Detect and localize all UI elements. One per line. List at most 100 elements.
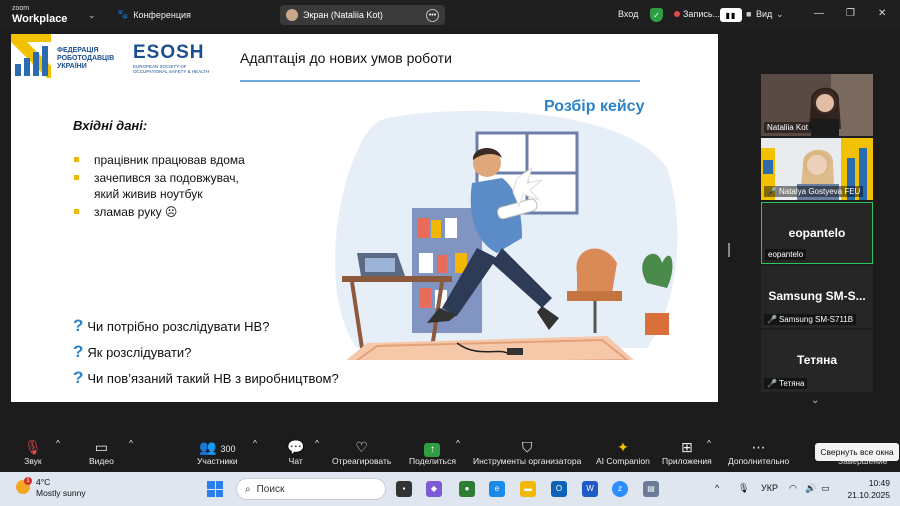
microphone-icon[interactable]: 🎙	[738, 483, 749, 494]
participant-label: 🎤 Samsung SM-S711B	[764, 314, 857, 325]
feu-line: УКРАЇНИ	[57, 63, 87, 70]
minimize-icon[interactable]: —	[814, 8, 824, 19]
host-tools-label: Инструменты организатора	[473, 456, 582, 466]
share-button[interactable]: ↑ Поделиться	[409, 438, 456, 466]
copilot-icon[interactable]: ◆	[426, 481, 442, 497]
volume-icon[interactable]: 🔊	[805, 483, 816, 494]
participants-options-chevron-icon[interactable]: ^	[253, 438, 257, 448]
tooltip: Свернуть все окна	[815, 443, 899, 461]
enter-button[interactable]: Вход	[618, 9, 638, 19]
view-button[interactable]: Вид	[756, 9, 772, 19]
feu-line: РОБОТОДАВЦІВ	[57, 55, 115, 62]
search-icon: ⌕	[245, 483, 251, 495]
task-view-icon[interactable]: ▪	[396, 481, 412, 497]
conference-menu[interactable]: 🐾 Конференция	[117, 9, 191, 20]
apps-label: Приложения	[662, 456, 712, 466]
more-icon[interactable]: •••	[426, 8, 439, 22]
shield-icon[interactable]: ✓	[650, 8, 663, 22]
time: 10:49	[868, 478, 890, 488]
esosh-logo: ESOSH EUROPEAN SOCIETY OF OCCUPATIONAL S…	[133, 42, 209, 74]
video-label: Видео	[89, 456, 114, 466]
participants-icon: 👥 300	[199, 439, 236, 455]
video-button[interactable]: ▭ Видео	[89, 438, 114, 466]
feu-logo-text: ФЕДЕРАЦІЯ РОБОТОДАВЦІВ УКРАЇНИ	[57, 47, 114, 71]
accident-illustration	[335, 110, 678, 360]
tray-overflow-icon[interactable]: ^	[715, 483, 719, 493]
participant-tile[interactable]: Samsung SM-S... 🎤 Samsung SM-S711B	[761, 266, 873, 328]
shield-icon: ⛉	[521, 439, 533, 455]
screen-share-label: Экран (Nataliia Kot)	[303, 10, 383, 20]
weather-widget[interactable]: 1 4°C Mostly sunny	[16, 477, 86, 499]
participant-name: Nataliia Kot	[767, 123, 808, 132]
participant-tile[interactable]: Nataliia Kot	[761, 74, 873, 136]
participant-label: Nataliia Kot	[764, 122, 811, 133]
chrome-icon[interactable]: ●	[459, 481, 475, 497]
clock[interactable]: 10:49 21.10.2025	[846, 477, 890, 501]
outlook-icon[interactable]: O	[551, 481, 567, 497]
app-icon[interactable]: ▤	[643, 481, 659, 497]
record-icon	[674, 11, 680, 17]
apps-options-chevron-icon[interactable]: ^	[707, 438, 711, 448]
audio-label: Звук	[24, 456, 42, 466]
participant-big-name: Samsung SM-S...	[768, 289, 866, 303]
ai-companion-button[interactable]: ✦ AI Companion	[596, 438, 650, 466]
zoom-icon[interactable]: z	[612, 481, 628, 497]
meeting-toolbar: 🎙 Звук ^ ▭ Видео ^ 👥 300 Участники ^ 💬 Ч…	[0, 434, 900, 472]
title-underline	[240, 80, 640, 82]
zoom-logo: zoom Workplace	[12, 4, 67, 25]
edge-icon[interactable]: e	[489, 481, 505, 497]
question-text: Чи пов’язаний такий НВ з виробництвом?	[87, 371, 339, 386]
question-mark-icon: ?	[73, 316, 84, 335]
windows-start-icon[interactable]	[207, 481, 223, 497]
chat-label: Чат	[288, 456, 303, 466]
question-text: Чи потрібно розслідувати НВ?	[87, 319, 270, 334]
apps-icon: ⊞	[681, 439, 693, 455]
participant-name: eopantelo	[768, 250, 804, 259]
chat-button[interactable]: 💬 Чат	[287, 438, 304, 466]
search-placeholder: Поиск	[256, 483, 285, 495]
word-icon[interactable]: W	[582, 481, 598, 497]
audio-options-chevron-icon[interactable]: ^	[56, 438, 60, 448]
host-tools-button[interactable]: ⛉ Инструменты организатора	[473, 438, 581, 466]
participant-tile[interactable]: Тетяна 🎤 Тетяна	[761, 330, 873, 392]
recording-indicator[interactable]: Запись...	[674, 9, 720, 19]
close-icon[interactable]: ✕	[878, 8, 886, 19]
shared-slide: ФЕДЕРАЦІЯ РОБОТОДАВЦІВ УКРАЇНИ ESOSH EUR…	[11, 34, 718, 402]
question-mark-icon: ?	[73, 342, 84, 361]
more-label: Дополнительно	[728, 456, 790, 466]
participant-label: 🎤 Natalya Gostyeva FEU	[764, 186, 864, 197]
video-options-chevron-icon[interactable]: ^	[129, 438, 133, 448]
participant-tile[interactable]: 🎤 Natalya Gostyeva FEU	[761, 138, 873, 200]
view-chevron-icon[interactable]: ⌄	[776, 9, 784, 20]
input-heading: Вхідні дані:	[73, 118, 148, 133]
react-button[interactable]: ♡ Отреагировать	[332, 438, 391, 466]
question-item: ? Як розслідувати?	[73, 339, 339, 365]
chat-options-chevron-icon[interactable]: ^	[315, 438, 319, 448]
language-indicator[interactable]: УКР	[761, 483, 778, 493]
participants-button[interactable]: 👥 300 Участники	[197, 438, 238, 466]
ai-companion-label: AI Companion	[596, 456, 650, 466]
esosh-big: ESOSH	[133, 42, 205, 63]
more-button[interactable]: ⋯ Дополнительно	[728, 438, 789, 466]
participant-tile[interactable]: eopantelo eopantelo	[761, 202, 873, 264]
feu-line: ФЕДЕРАЦІЯ	[57, 47, 99, 54]
bullet-item: працівник працював вдома	[74, 152, 245, 168]
wifi-icon[interactable]: ◠	[789, 483, 797, 494]
stop-icon[interactable]: ■	[746, 9, 751, 19]
participant-big-name: eopantelo	[788, 226, 846, 240]
apps-button[interactable]: ⊞ Приложения	[662, 438, 712, 466]
esosh-small: OCCUPATIONAL SAFETY & HEALTH	[133, 69, 210, 74]
file-explorer-icon[interactable]: ▬	[520, 481, 536, 497]
weather-desc: Mostly sunny	[36, 488, 86, 498]
gallery-scroll-down-icon[interactable]: ⌄	[811, 395, 819, 406]
battery-icon[interactable]: ▭	[821, 483, 830, 494]
panel-resize-handle[interactable]	[728, 243, 730, 257]
pause-recording-button[interactable]: ▮▮	[720, 8, 742, 22]
screen-share-pill[interactable]: Экран (Nataliia Kot) •••	[280, 5, 445, 25]
audio-button[interactable]: 🎙 Звук	[24, 438, 42, 466]
taskbar-search-input[interactable]: ⌕ Поиск	[236, 478, 386, 500]
share-options-chevron-icon[interactable]: ^	[456, 438, 460, 448]
restore-icon[interactable]: ❐	[846, 8, 855, 19]
feu-logo-icon	[11, 34, 51, 78]
chevron-down-icon[interactable]: ⌄	[88, 10, 96, 21]
